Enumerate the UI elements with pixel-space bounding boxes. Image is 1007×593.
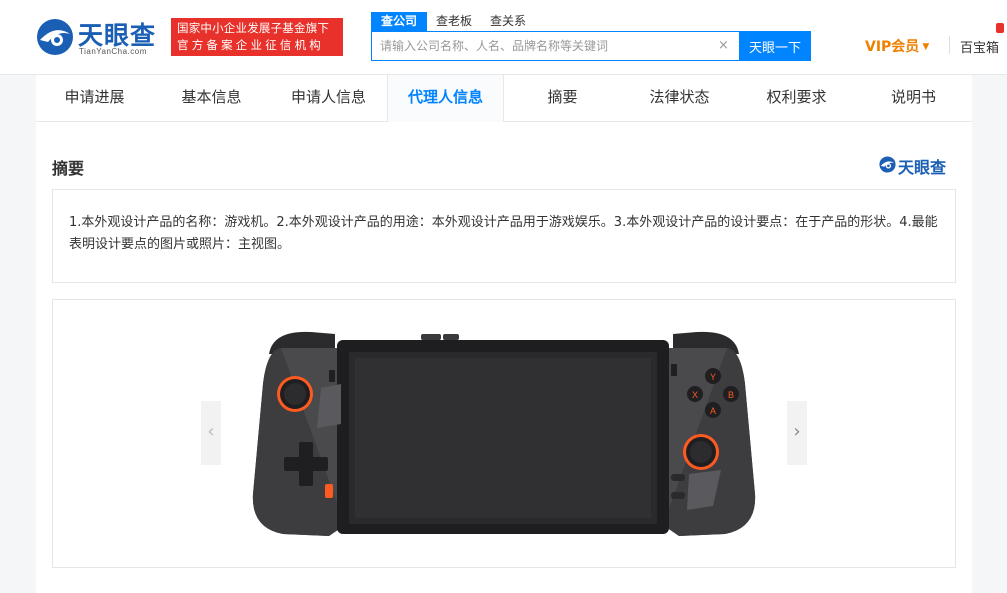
gov-certification-badge: 国家中小企业发展子基金旗下 官方备案企业征信机构: [171, 18, 343, 56]
header-divider: [949, 36, 950, 54]
nav-tab-abstract[interactable]: 摘要: [504, 75, 621, 121]
eye-logo-icon: [879, 156, 896, 173]
button-y-label: Y: [710, 372, 716, 382]
search-tab-relation[interactable]: 查关系: [490, 12, 526, 31]
button-x-label: X: [692, 390, 698, 400]
search-box: × 天眼一下: [371, 31, 811, 61]
eye-logo-icon: [37, 19, 73, 55]
button-b-label: B: [728, 390, 734, 400]
abstract-text-box: 1.本外观设计产品的名称：游戏机。2.本外观设计产品的用途：本外观设计产品用于游…: [52, 189, 956, 283]
baibao-toolbox-link[interactable]: 百宝箱: [960, 37, 999, 56]
logo-text-en: TianYanCha.com: [79, 47, 147, 56]
patent-detail-card: 申请进展 基本信息 申请人信息 代理人信息 摘要 法律状态 权利要求 说明书 摘…: [36, 75, 972, 593]
section-nav: 申请进展 基本信息 申请人信息 代理人信息 摘要 法律状态 权利要求 说明书: [36, 75, 972, 122]
search-input[interactable]: [372, 32, 712, 60]
gov-badge-line1: 国家中小企业发展子基金旗下: [177, 21, 330, 35]
top-header: 天眼查 TianYanCha.com 国家中小企业发展子基金旗下 官方备案企业征…: [0, 0, 1007, 75]
nav-tab-description[interactable]: 说明书: [855, 75, 972, 121]
nav-tab-applicant-info[interactable]: 申请人信息: [270, 75, 387, 121]
game-console-image[interactable]: Y X B A: [251, 324, 757, 538]
brand-watermark-text: 天眼查: [898, 158, 947, 177]
vip-member-menu[interactable]: VIP会员 ▼: [865, 36, 929, 56]
tianyancha-logo[interactable]: 天眼查 TianYanCha.com: [36, 16, 162, 58]
search-tab-company[interactable]: 查公司: [371, 12, 428, 31]
abstract-text: 1.本外观设计产品的名称：游戏机。2.本外观设计产品的用途：本外观设计产品用于游…: [69, 215, 938, 252]
search-clear-icon[interactable]: ×: [718, 38, 729, 53]
notification-badge: [996, 23, 1004, 33]
gov-badge-line2: 官方备案企业征信机构: [177, 38, 324, 52]
vip-label: VIP会员: [865, 39, 920, 55]
abstract-section-title: 摘要: [52, 159, 85, 178]
button-a-label: A: [710, 406, 716, 416]
nav-tab-legal-status[interactable]: 法律状态: [621, 75, 738, 121]
chevron-down-icon: ▼: [922, 42, 930, 52]
search-tab-boss[interactable]: 查老板: [436, 12, 472, 31]
gallery-next-button[interactable]: ›: [787, 401, 807, 465]
gallery-prev-button[interactable]: ‹: [201, 401, 221, 465]
search-button[interactable]: 天眼一下: [739, 31, 811, 61]
nav-tab-claims[interactable]: 权利要求: [738, 75, 855, 121]
nav-tab-basic-info[interactable]: 基本信息: [153, 75, 270, 121]
nav-tab-agent-info[interactable]: 代理人信息: [387, 75, 504, 122]
nav-tab-application-progress[interactable]: 申请进展: [36, 75, 153, 121]
design-image-gallery: ‹ › Y X B A: [52, 299, 956, 568]
